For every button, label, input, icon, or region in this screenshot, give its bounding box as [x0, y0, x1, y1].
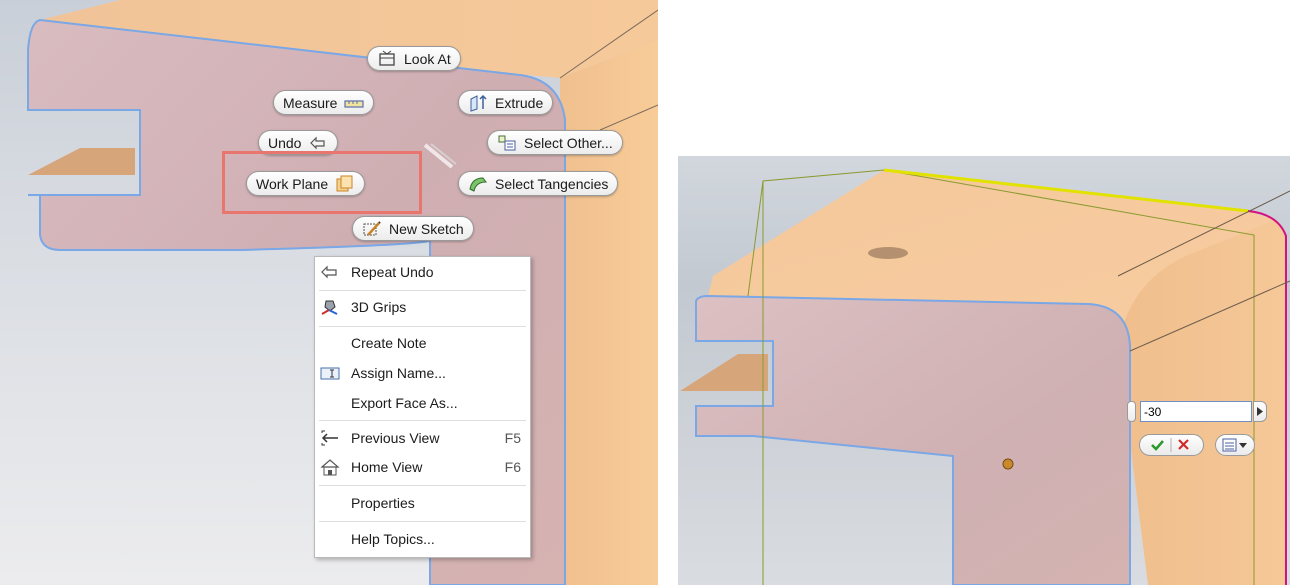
undo-label: Undo — [268, 134, 302, 151]
cancel-x-icon[interactable] — [1178, 439, 1189, 450]
menu-item-export-face-as[interactable]: Export Face As... — [315, 390, 530, 416]
extrude-button[interactable]: Extrude — [458, 90, 554, 115]
grip-point[interactable] — [1002, 458, 1014, 470]
right-front-face — [695, 294, 1131, 585]
options-dropdown-button[interactable] — [1215, 434, 1255, 456]
ok-cancel-icons — [1151, 438, 1189, 452]
look-at-icon — [377, 50, 397, 68]
look-at-button[interactable]: Look At — [367, 46, 461, 71]
home-view-icon — [319, 458, 341, 476]
menu-separator — [319, 326, 526, 327]
select-tangencies-icon — [468, 175, 488, 193]
dimension-input-box[interactable] — [1140, 401, 1252, 422]
measure-icon — [344, 94, 365, 112]
look-at-label: Look At — [404, 50, 451, 67]
measure-button[interactable]: Measure — [273, 90, 375, 115]
menu-item-help-topics[interactable]: Help Topics... — [315, 526, 530, 552]
menu-separator — [319, 420, 526, 421]
3d-grips-icon — [319, 298, 341, 316]
dim-input-left-handle[interactable] — [1127, 401, 1136, 422]
select-other-label: Select Other... — [524, 134, 613, 151]
new-sketch-button[interactable]: New Sketch — [352, 216, 474, 241]
right-viewport[interactable] — [678, 156, 1290, 585]
menu-item-3d-grips[interactable]: 3D Grips — [315, 294, 530, 320]
right-model-scene[interactable] — [678, 156, 1290, 585]
triangle-right-icon — [1257, 407, 1263, 416]
extrude-label: Extrude — [495, 94, 544, 111]
menu-item-properties[interactable]: Properties — [315, 490, 530, 516]
left-viewport[interactable]: Look At Measure Extrude Undo Select Othe… — [0, 0, 658, 585]
previous-view-icon — [319, 429, 341, 447]
extrude-icon — [468, 94, 488, 112]
menu-item-create-note[interactable]: Create Note — [315, 330, 530, 356]
dim-input-expand-button[interactable] — [1253, 401, 1267, 422]
select-other-icon — [497, 134, 517, 152]
assign-name-icon — [319, 364, 341, 382]
menu-item-home-view[interactable]: Home View F6 — [315, 454, 530, 480]
undo-icon — [308, 134, 328, 152]
menu-item-repeat-undo[interactable]: Repeat Undo — [315, 259, 530, 285]
work-plane-highlight-box — [222, 151, 422, 214]
menu-item-assign-name[interactable]: Assign Name... — [315, 360, 530, 386]
side-face — [560, 40, 658, 585]
select-tangencies-label: Select Tangencies — [495, 175, 609, 192]
slot-top-inner — [28, 148, 135, 175]
measure-label: Measure — [283, 94, 338, 111]
select-tangencies-button[interactable]: Select Tangencies — [458, 171, 619, 196]
new-sketch-label: New Sketch — [389, 220, 464, 237]
confirm-cancel-group — [1139, 434, 1204, 456]
menu-item-previous-view[interactable]: Previous View F5 — [315, 425, 530, 451]
select-other-button[interactable]: Select Other... — [487, 130, 623, 155]
ok-check-icon[interactable] — [1151, 440, 1164, 451]
menu-separator — [319, 485, 526, 486]
options-list-icon — [1222, 438, 1247, 452]
new-sketch-icon — [362, 220, 382, 238]
repeat-undo-icon — [319, 263, 341, 281]
context-menu: Repeat Undo 3D Grips Create Note Assign … — [314, 256, 531, 558]
right-slot-inner — [680, 354, 768, 391]
menu-separator — [319, 290, 526, 291]
menu-separator — [319, 521, 526, 522]
dimension-input[interactable] — [1144, 404, 1244, 419]
